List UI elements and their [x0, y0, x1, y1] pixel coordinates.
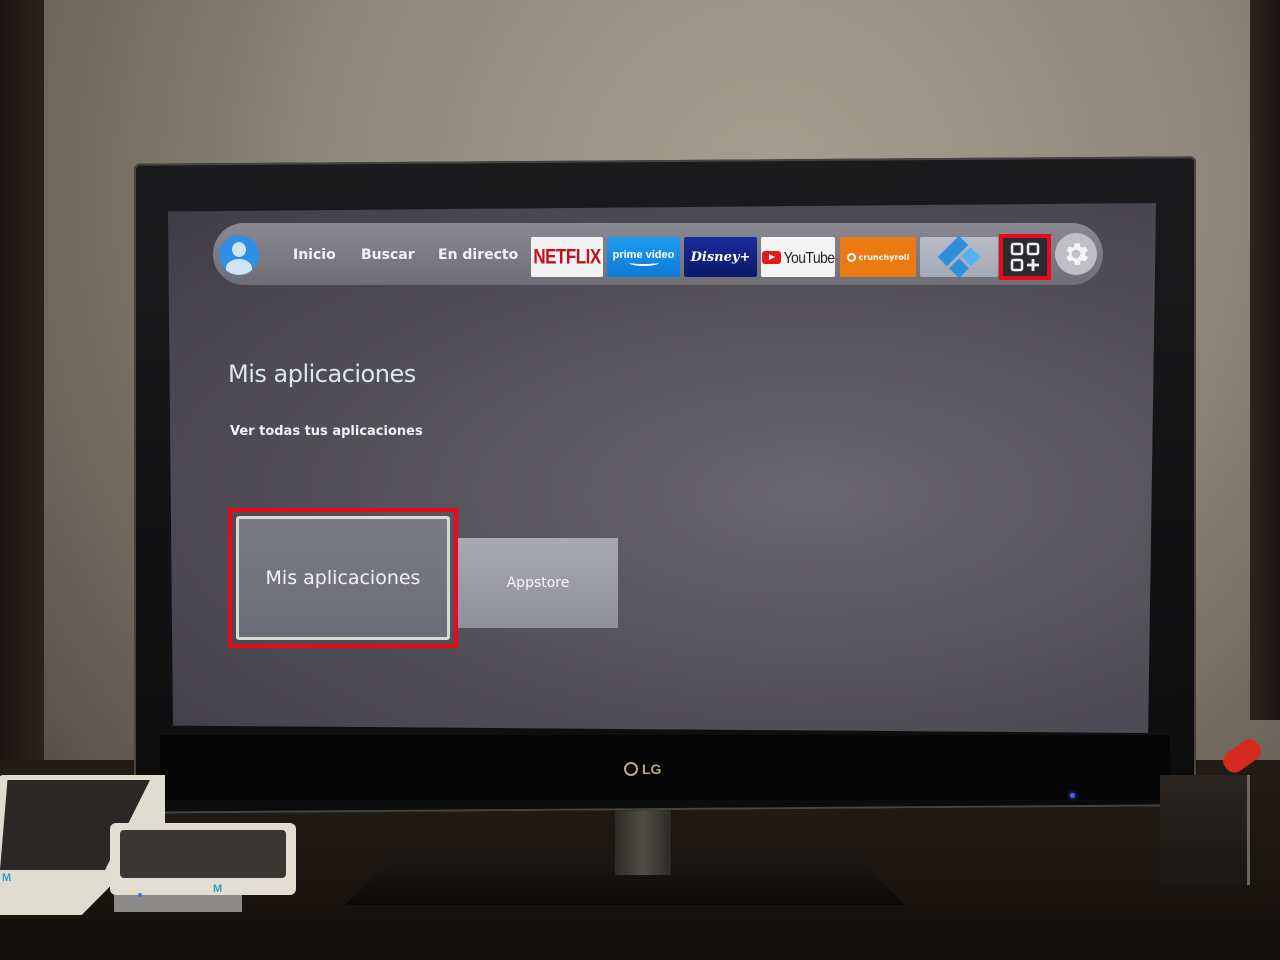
tv-screen: Inicio Buscar En directo NETFLIX prime v…: [168, 203, 1156, 733]
see-all-apps-link[interactable]: Ver todas tus aplicaciones: [230, 424, 423, 439]
card-mis-aplicaciones[interactable]: Mis aplicaciones: [236, 516, 450, 640]
lg-circle-icon: [624, 762, 638, 776]
netflix-logo: NETFLIX: [533, 244, 601, 269]
tv-brand-label: LG: [642, 761, 662, 777]
kodi-icon-part: [937, 237, 969, 267]
power-led: [1070, 793, 1075, 798]
user-avatar-body: [226, 259, 252, 275]
app-kodi[interactable]: [920, 237, 998, 277]
section-title: Mis aplicaciones: [228, 360, 416, 388]
youtube-play-icon: [761, 250, 781, 264]
nav-en-directo[interactable]: En directo: [438, 247, 518, 263]
router-led: [138, 893, 142, 897]
user-avatar-icon: [232, 242, 246, 257]
crunchyroll-logo: crunchyroll: [858, 252, 910, 262]
pen-holder: [1160, 775, 1250, 885]
tv-bottom-bezel: [160, 735, 1170, 800]
app-youtube[interactable]: YouTube: [761, 237, 835, 277]
nav-inicio[interactable]: Inicio: [293, 247, 336, 263]
app-crunchyroll[interactable]: crunchyroll: [840, 237, 916, 277]
settings-button[interactable]: [1055, 233, 1097, 275]
disney-plus-logo: Disney+: [690, 249, 751, 265]
amazon-smile-icon: [628, 259, 659, 266]
card-label: Mis aplicaciones: [265, 567, 421, 589]
tv-brand-logo: LG: [624, 761, 661, 777]
profile-avatar[interactable]: [219, 235, 259, 275]
left-shelf: [0, 0, 44, 780]
movistar-logo: M: [2, 872, 12, 884]
nav-buscar[interactable]: Buscar: [361, 247, 415, 263]
apps-grid-button[interactable]: [999, 234, 1051, 280]
card-appstore[interactable]: Appstore: [458, 538, 618, 628]
crunchyroll-icon: [846, 252, 856, 262]
gear-icon: [1066, 243, 1088, 265]
app-netflix[interactable]: NETFLIX: [531, 237, 603, 277]
kodi-icon: [937, 237, 981, 277]
router-small-top: [120, 830, 286, 878]
right-shelf: [1250, 0, 1280, 720]
apps-grid-plus-icon: [1010, 242, 1040, 272]
youtube-logo: YouTube: [783, 247, 835, 267]
card-label: Appstore: [506, 575, 570, 591]
app-prime-video[interactable]: prime video: [607, 237, 680, 277]
top-nav-bar: Inicio Buscar En directo NETFLIX prime v…: [213, 223, 1103, 285]
app-disney-plus[interactable]: Disney+: [684, 237, 757, 277]
movistar-logo: M: [213, 883, 223, 895]
